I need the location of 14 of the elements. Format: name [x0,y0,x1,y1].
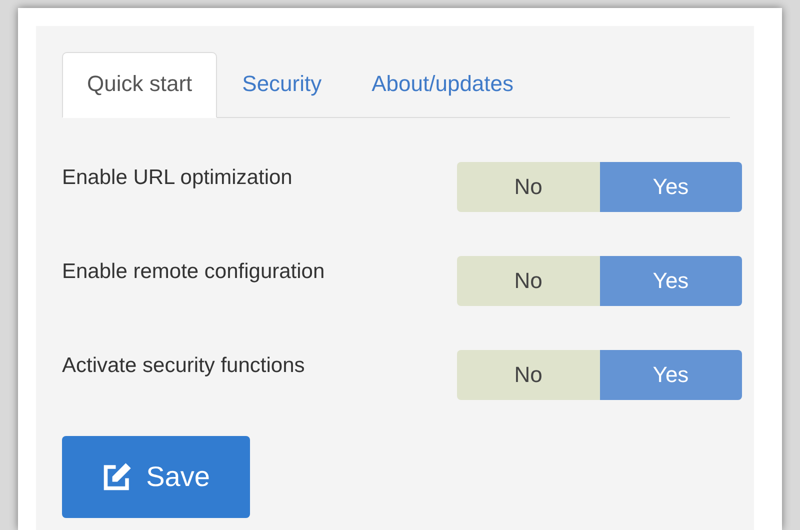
setting-label: Enable remote configuration [62,260,325,284]
toggle-option[interactable]: Yes [600,256,742,306]
edit-icon [102,462,132,492]
tab[interactable]: Security [217,52,347,118]
toggle-option[interactable]: No [457,256,600,306]
setting-label: Enable URL optimization [62,166,292,190]
setting-label: Activate security functions [62,354,305,378]
tab[interactable]: Quick start [62,52,218,118]
toggle-option[interactable]: Yes [600,350,742,400]
toggle-option[interactable]: Yes [600,162,742,212]
save-button[interactable]: Save [62,436,250,518]
toggle-option[interactable]: No [457,350,600,400]
tab[interactable]: About/updates [346,52,539,118]
toggle-option[interactable]: No [457,162,600,212]
